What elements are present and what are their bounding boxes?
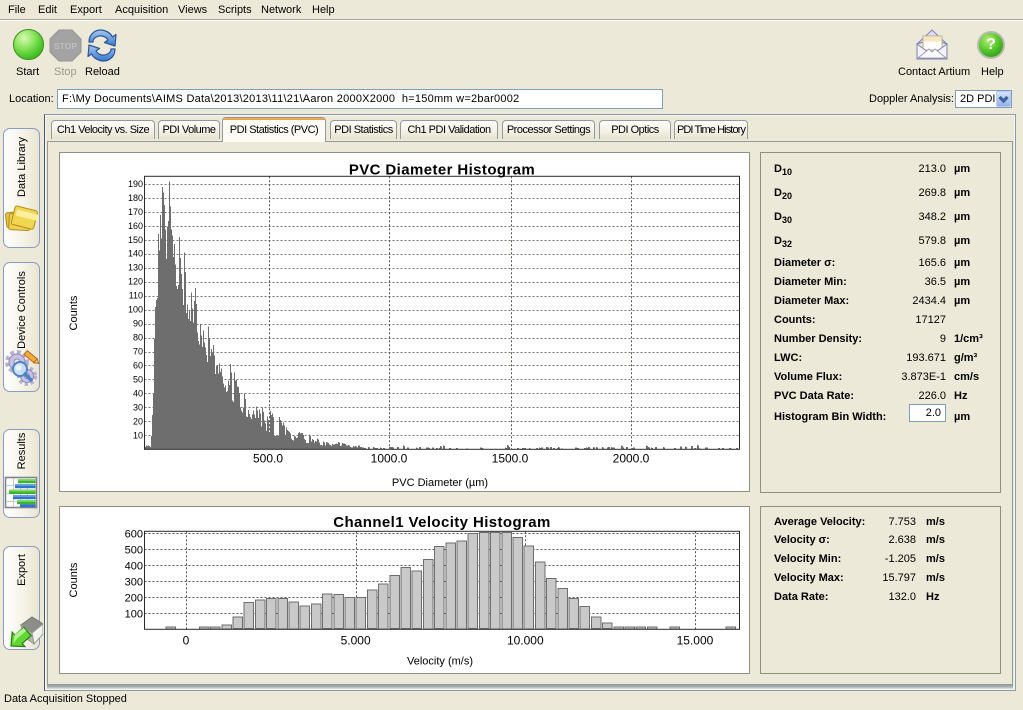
svg-text:190: 190 bbox=[128, 179, 143, 189]
svg-text:Counts: Counts bbox=[68, 562, 80, 597]
svg-text:400: 400 bbox=[125, 560, 143, 572]
svg-text:130: 130 bbox=[128, 263, 143, 273]
svg-text:1500.0: 1500.0 bbox=[492, 452, 529, 466]
svg-text:500: 500 bbox=[125, 544, 143, 556]
svg-text:140: 140 bbox=[128, 249, 143, 259]
svg-text:110: 110 bbox=[129, 291, 143, 301]
svg-text:90: 90 bbox=[133, 319, 143, 329]
svg-text:200: 200 bbox=[125, 592, 143, 604]
svg-text:Velocity (m/s): Velocity (m/s) bbox=[407, 656, 473, 668]
svg-text:1000.0: 1000.0 bbox=[371, 452, 408, 466]
svg-text:15.000: 15.000 bbox=[677, 634, 714, 648]
svg-text:PVC Diameter (µm): PVC Diameter (µm) bbox=[392, 477, 488, 489]
svg-text:150: 150 bbox=[128, 235, 143, 245]
svg-text:300: 300 bbox=[125, 576, 143, 588]
svg-text:20: 20 bbox=[133, 416, 143, 426]
svg-text:50: 50 bbox=[133, 374, 143, 384]
svg-text:Counts: Counts bbox=[68, 295, 80, 330]
svg-text:PVC Diameter Histogram: PVC Diameter Histogram bbox=[349, 162, 535, 179]
svg-text:2000.0: 2000.0 bbox=[613, 452, 650, 466]
svg-text:100: 100 bbox=[128, 305, 143, 315]
svg-text:100: 100 bbox=[125, 608, 143, 620]
svg-text:180: 180 bbox=[128, 193, 143, 203]
svg-text:10.000: 10.000 bbox=[507, 634, 544, 648]
svg-text:160: 160 bbox=[128, 221, 143, 231]
svg-text:600: 600 bbox=[125, 528, 143, 540]
svg-text:40: 40 bbox=[133, 388, 143, 398]
svg-text:5.000: 5.000 bbox=[341, 634, 371, 648]
svg-text:Channel1 Velocity Histogram: Channel1 Velocity Histogram bbox=[333, 514, 551, 531]
svg-text:80: 80 bbox=[133, 333, 143, 343]
svg-text:170: 170 bbox=[128, 207, 143, 217]
svg-text:500.0: 500.0 bbox=[253, 452, 283, 466]
svg-text:70: 70 bbox=[133, 347, 143, 357]
svg-text:60: 60 bbox=[133, 360, 143, 370]
svg-text:10: 10 bbox=[133, 430, 143, 440]
svg-text:30: 30 bbox=[133, 402, 143, 412]
svg-text:120: 120 bbox=[128, 277, 143, 287]
svg-text:STOP: STOP bbox=[54, 41, 77, 51]
svg-text:0: 0 bbox=[183, 634, 190, 648]
